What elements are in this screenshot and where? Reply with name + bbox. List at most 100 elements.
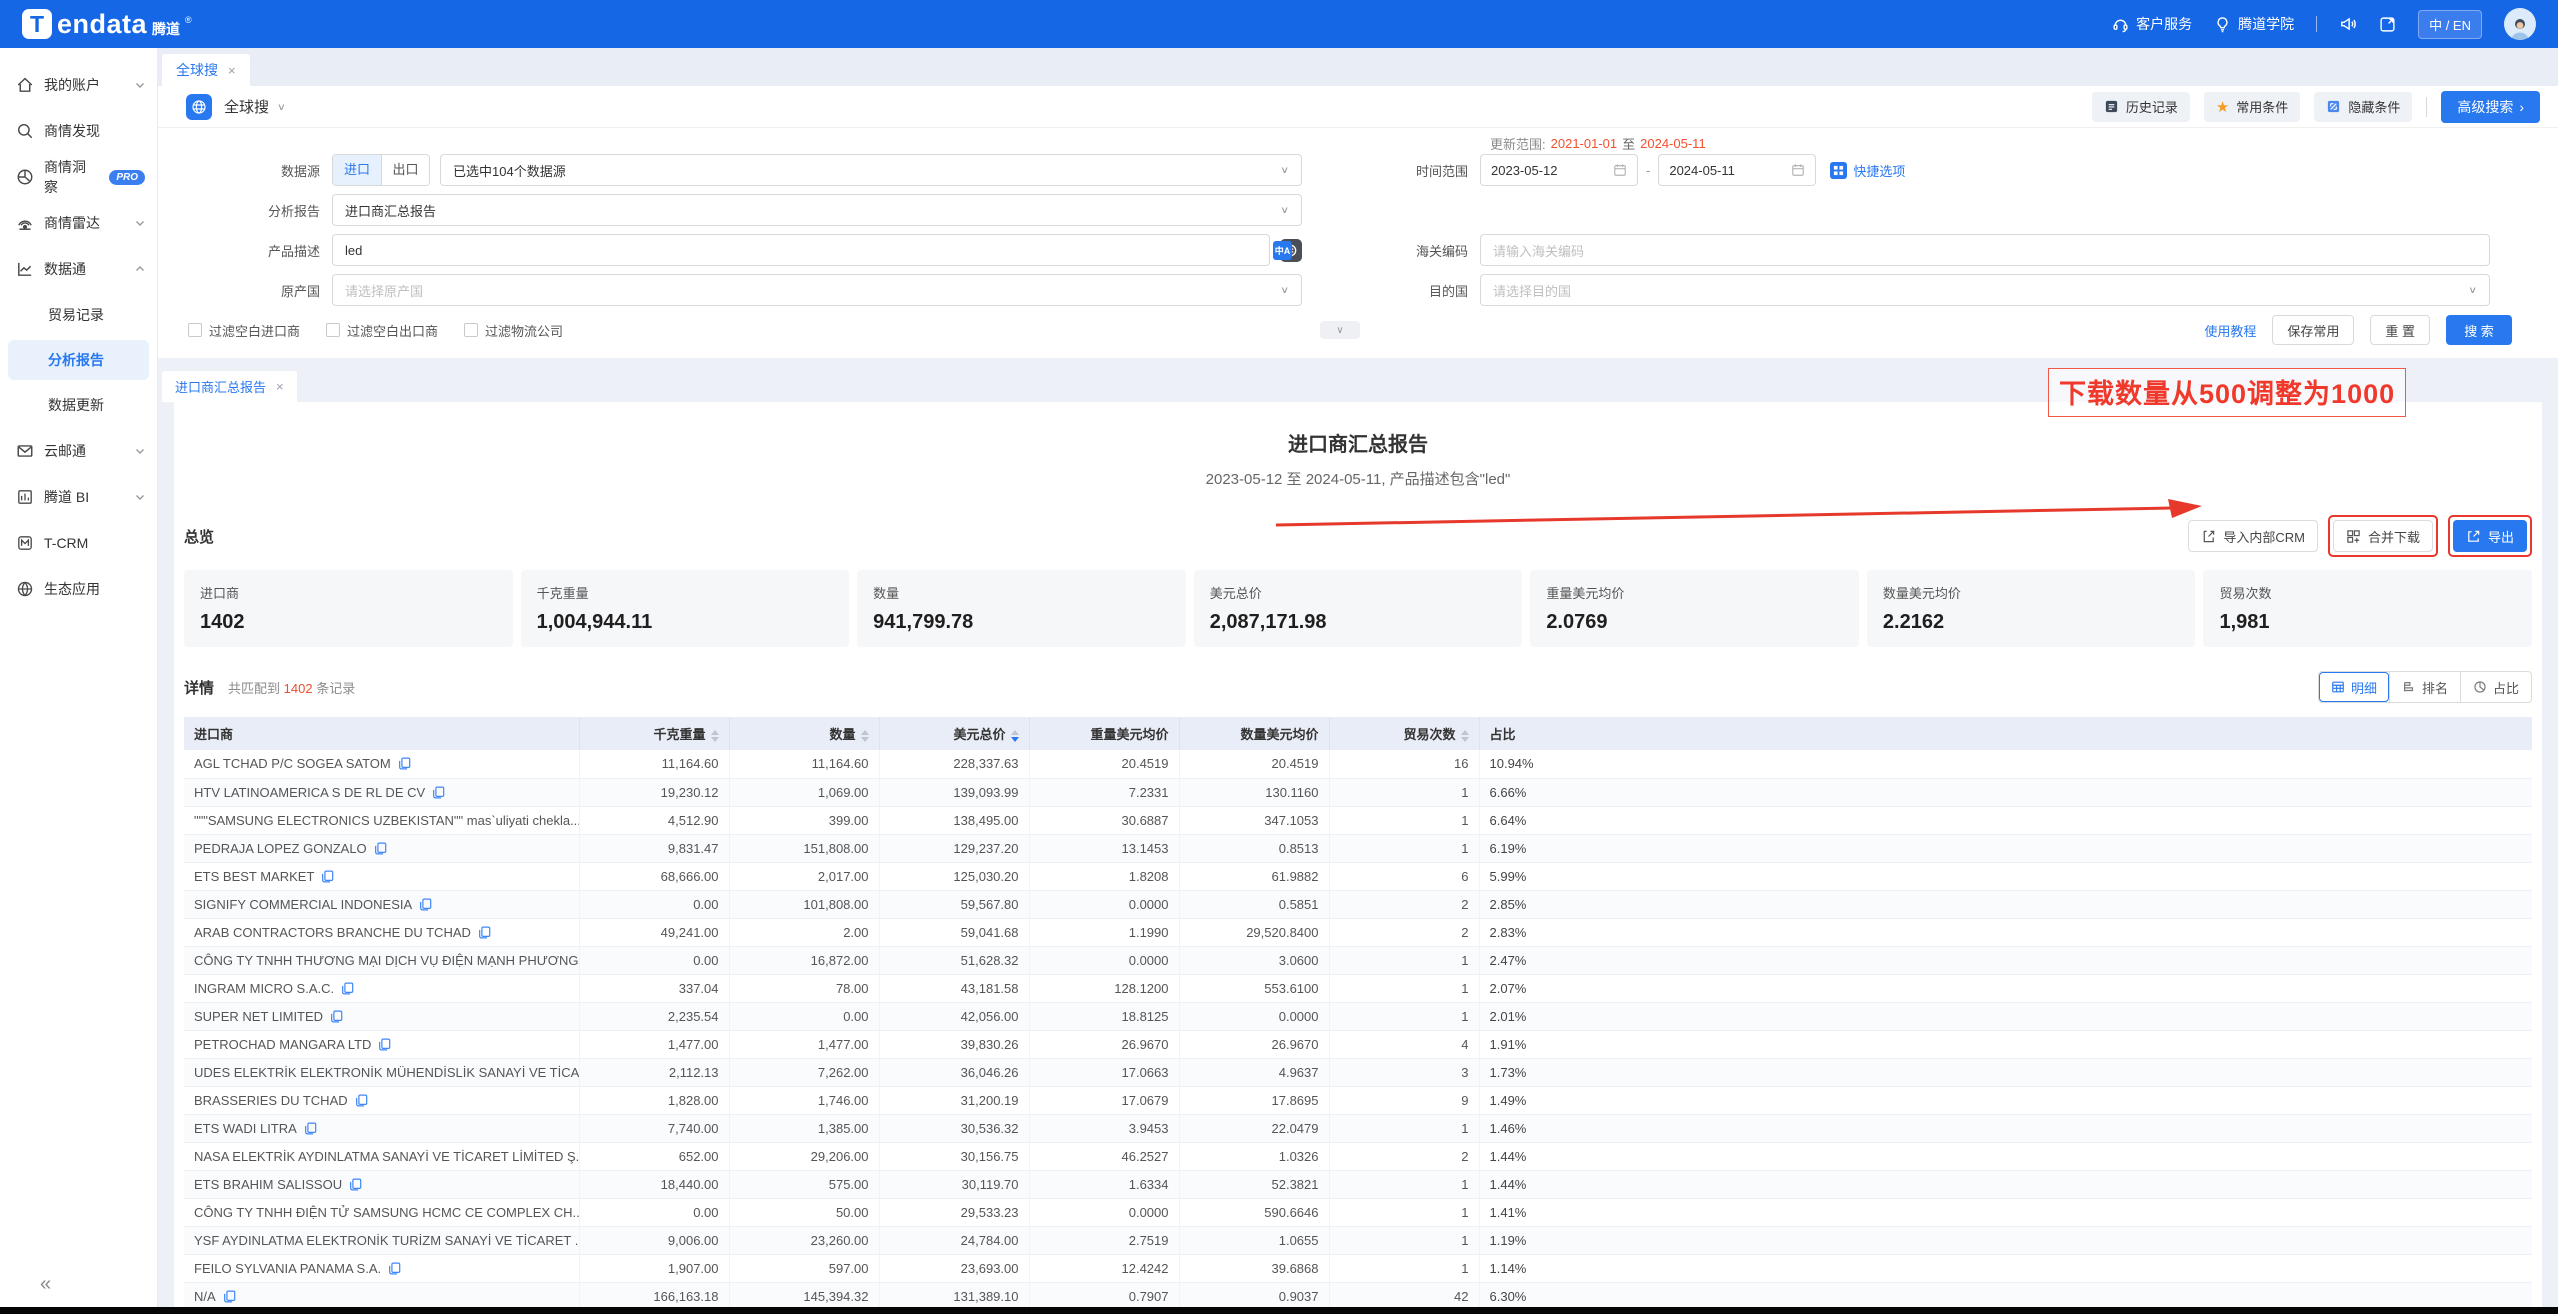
- table-row[interactable]: NASA ELEKTRİK AYDINLATMA SANAYİ VE TİCAR…: [184, 1142, 2532, 1170]
- customer-service-link[interactable]: 客户服务: [2112, 14, 2192, 34]
- copy-icon[interactable]: [478, 926, 491, 939]
- academy-link[interactable]: 腾道学院: [2214, 14, 2294, 34]
- table-row[interactable]: PETROCHAD MANGARA LTD1,477.001,477.0039,…: [184, 1030, 2532, 1058]
- view-share-button[interactable]: 占比: [2460, 672, 2531, 702]
- copy-icon[interactable]: [304, 1122, 317, 1135]
- sidebar-collapse-button[interactable]: «: [0, 1259, 157, 1314]
- reset-button[interactable]: 重 置: [2370, 315, 2430, 345]
- history-button[interactable]: 历史记录: [2092, 92, 2190, 122]
- copy-icon[interactable]: [432, 786, 445, 799]
- table-row[interactable]: INGRAM MICRO S.A.C.337.0478.0043,181.581…: [184, 974, 2532, 1002]
- origin-country-select[interactable]: 请选择原产国 ∨: [332, 274, 1302, 306]
- date-to-input[interactable]: 2024-05-11: [1658, 154, 1816, 186]
- copy-icon[interactable]: [419, 898, 432, 911]
- sidebar-item-1[interactable]: 商情发现: [0, 108, 157, 154]
- search-button[interactable]: 搜 索: [2446, 315, 2512, 345]
- sidebar-item-3[interactable]: 商情雷达: [0, 200, 157, 246]
- sort-carets-icon[interactable]: [861, 730, 869, 742]
- sidebar-item-7[interactable]: 数据更新: [0, 382, 157, 428]
- sidebar-item-8[interactable]: 云邮通: [0, 428, 157, 474]
- copy-icon[interactable]: [223, 1290, 236, 1303]
- copy-icon[interactable]: [321, 870, 334, 883]
- copy-icon[interactable]: [398, 757, 411, 770]
- table-row[interactable]: ARAB CONTRACTORS BRANCHE DU TCHAD49,241.…: [184, 918, 2532, 946]
- cell-value: 11,164.60: [579, 750, 729, 778]
- tab-global-search[interactable]: 全球搜 ×: [162, 54, 250, 86]
- stat-label: 千克重量: [537, 583, 834, 602]
- translate-icon[interactable]: 中A: [1273, 241, 1292, 260]
- close-icon[interactable]: ×: [276, 379, 284, 394]
- product-desc-input[interactable]: led: [332, 234, 1270, 266]
- table-row[interactable]: CÔNG TY TNHH ĐIỆN TỬ SAMSUNG HCMC CE COM…: [184, 1198, 2532, 1226]
- tab-importer-report[interactable]: 进口商汇总报告 ×: [162, 371, 297, 402]
- dest-country-select[interactable]: 请选择目的国 ∨: [1480, 274, 2490, 306]
- table-row[interactable]: HTV LATINOAMERICA S DE RL DE CV19,230.12…: [184, 778, 2532, 806]
- column-header-6[interactable]: 贸易次数: [1329, 717, 1479, 750]
- hs-code-input[interactable]: 请输入海关编码: [1480, 234, 2490, 266]
- table-row[interactable]: N/A166,163.18145,394.32131,389.100.79070…: [184, 1282, 2532, 1310]
- date-from-input[interactable]: 2023-05-12: [1480, 154, 1638, 186]
- fullscreen-icon[interactable]: [2379, 16, 2396, 33]
- sidebar-item-6[interactable]: 分析报告: [8, 340, 149, 380]
- sidebar-item-4[interactable]: 数据通: [0, 246, 157, 292]
- quick-options-link[interactable]: 快捷选项: [1853, 161, 1905, 180]
- cell-value: 2,017.00: [729, 862, 879, 890]
- table-row[interactable]: YSF AYDINLATMA ELEKTRONİK TURİZM SANAYİ …: [184, 1226, 2532, 1254]
- sidebar-item-2[interactable]: 商情洞察PRO: [0, 154, 157, 200]
- copy-icon[interactable]: [349, 1178, 362, 1191]
- copy-icon[interactable]: [388, 1262, 401, 1275]
- save-conditions-button[interactable]: 保存常用: [2272, 315, 2354, 345]
- merge-download-button[interactable]: 合并下载: [2333, 520, 2433, 552]
- import-to-crm-button[interactable]: 导入内部CRM: [2188, 520, 2318, 552]
- filter-logistics-checkbox[interactable]: 过滤物流公司: [464, 321, 563, 340]
- copy-icon[interactable]: [341, 982, 354, 995]
- copy-icon[interactable]: [378, 1038, 391, 1051]
- view-rank-button[interactable]: 排名: [2389, 672, 2460, 702]
- user-avatar[interactable]: [2504, 8, 2536, 40]
- collapse-form-button[interactable]: ∨: [1320, 321, 1360, 339]
- advanced-search-button[interactable]: 高级搜索 ›: [2441, 91, 2540, 123]
- table-row[interactable]: """SAMSUNG ELECTRONICS UZBEKISTAN"" mas`…: [184, 806, 2532, 834]
- sort-carets-icon[interactable]: [711, 730, 719, 742]
- copy-icon[interactable]: [330, 1010, 343, 1023]
- sidebar-item-5[interactable]: 贸易记录: [0, 292, 157, 338]
- table-row[interactable]: SIGNIFY COMMERCIAL INDONESIA0.00101,808.…: [184, 890, 2532, 918]
- close-icon[interactable]: ×: [228, 63, 236, 78]
- table-row[interactable]: ETS WADI LITRA7,740.001,385.0030,536.323…: [184, 1114, 2532, 1142]
- view-detail-button[interactable]: 明细: [2319, 672, 2389, 702]
- table-row[interactable]: FEILO SYLVANIA PANAMA S.A.1,907.00597.00…: [184, 1254, 2532, 1282]
- column-header-1[interactable]: 千克重量: [579, 717, 729, 750]
- announcement-icon[interactable]: [2339, 15, 2357, 33]
- chevron-down-icon[interactable]: ∨: [277, 101, 286, 112]
- copy-icon[interactable]: [355, 1094, 368, 1107]
- filter-blank-exporter-checkbox[interactable]: 过滤空白出口商: [326, 321, 438, 340]
- table-row[interactable]: ETS BEST MARKET68,666.002,017.00125,030.…: [184, 862, 2532, 890]
- export-button[interactable]: 导出: [2453, 520, 2527, 552]
- sidebar-item-11[interactable]: 生态应用: [0, 566, 157, 612]
- table-row[interactable]: AGL TCHAD P/C SOGEA SATOM11,164.6011,164…: [184, 750, 2532, 778]
- copy-icon[interactable]: [374, 842, 387, 855]
- table-row[interactable]: SUPER NET LIMITED2,235.540.0042,056.0018…: [184, 1002, 2532, 1030]
- sidebar-item-0[interactable]: 我的账户: [0, 62, 157, 108]
- favorite-conditions-button[interactable]: ★ 常用条件: [2204, 92, 2300, 122]
- sort-carets-icon[interactable]: [1461, 730, 1469, 742]
- filter-blank-importer-checkbox[interactable]: 过滤空白进口商: [188, 321, 300, 340]
- table-row[interactable]: BRASSERIES DU TCHAD1,828.001,746.0031,20…: [184, 1086, 2532, 1114]
- tutorial-link[interactable]: 使用教程: [2204, 321, 2256, 340]
- column-header-2[interactable]: 数量: [729, 717, 879, 750]
- report-type-select[interactable]: 进口商汇总报告 ∨: [332, 194, 1302, 226]
- language-toggle[interactable]: 中 / EN: [2418, 10, 2482, 39]
- column-header-3[interactable]: 美元总价: [879, 717, 1029, 750]
- table-row[interactable]: CÔNG TY TNHH THƯƠNG MẠI DỊCH VỤ ĐIỆN MẠN…: [184, 946, 2532, 974]
- table-row[interactable]: PEDRAJA LOPEZ GONZALO9,831.47151,808.001…: [184, 834, 2532, 862]
- table-row[interactable]: ETS BRAHIM SALISSOU18,440.00575.0030,119…: [184, 1170, 2532, 1198]
- export-toggle[interactable]: 出口: [381, 155, 429, 185]
- table-row[interactable]: UDES ELEKTRİK ELEKTRONİK MÜHENDİSLİK SAN…: [184, 1058, 2532, 1086]
- cell-value: 1: [1329, 1114, 1479, 1142]
- hide-conditions-button[interactable]: 隐藏条件: [2314, 92, 2412, 122]
- datasource-select[interactable]: 已选中104个数据源 ∨: [440, 154, 1302, 186]
- sidebar-item-9[interactable]: 腾道 BI: [0, 474, 157, 520]
- sidebar-item-10[interactable]: T-CRM: [0, 520, 157, 566]
- import-toggle[interactable]: 进口: [333, 155, 381, 185]
- sort-carets-icon[interactable]: [1011, 730, 1019, 742]
